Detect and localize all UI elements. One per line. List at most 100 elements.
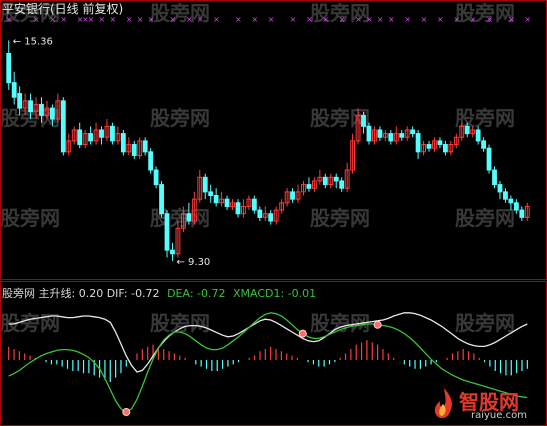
low-price-label: ← 9.30 <box>176 257 210 268</box>
top-marker: × <box>486 15 493 24</box>
candle-body <box>131 144 137 156</box>
candle-body <box>120 133 126 153</box>
candle-body <box>410 129 416 135</box>
top-marker: × <box>137 15 144 24</box>
candle-body <box>399 133 405 138</box>
top-marker: × <box>148 15 155 24</box>
top-marker: × <box>268 15 275 24</box>
candle-body <box>290 191 295 200</box>
watermark-text: 股旁网 <box>455 206 515 230</box>
candle-body <box>322 176 328 186</box>
candle-body <box>251 198 257 211</box>
candle-body <box>110 125 115 142</box>
candle-body <box>257 209 263 218</box>
top-marker: × <box>306 15 313 24</box>
candle-body <box>339 180 345 189</box>
candlestick-series <box>6 40 530 262</box>
top-marker: × <box>213 15 220 24</box>
candle-body <box>361 114 366 127</box>
candle-body <box>6 52 12 84</box>
candle-body <box>366 125 372 142</box>
candle-body <box>11 82 17 98</box>
candle-body <box>268 213 274 222</box>
top-marker: × <box>290 15 297 24</box>
top-marker: × <box>186 15 193 24</box>
top-marker: × <box>524 15 531 24</box>
watermark-layer: 股旁网 股旁网 股旁网 股旁网股旁网 股旁网 股旁网 股旁网股旁网 股旁网 股旁网 股旁网股旁网股… <box>0 1 515 335</box>
top-marker: × <box>404 15 411 24</box>
candle-body <box>28 100 33 113</box>
candle-body <box>377 129 383 138</box>
chart-canvas: 股旁网 股旁网 股旁网 股旁网股旁网 股旁网 股旁网 股旁网股旁网 股旁网 股旁网 股旁网股旁网股… <box>0 0 547 426</box>
candle-body <box>153 169 159 186</box>
flame-icon <box>434 388 452 419</box>
indicator-histogram <box>8 340 528 382</box>
chart-title: 平安银行(日线 前复权) <box>2 2 124 16</box>
top-marker: × <box>322 15 329 24</box>
signal-marker <box>122 408 131 416</box>
candle-body <box>492 169 497 186</box>
legend-dea: DEA: -0.72 <box>167 287 226 300</box>
site-logo: 智股网 raiyue.com <box>429 386 541 424</box>
candle-body <box>208 191 214 197</box>
watermark-text: 股旁网 <box>0 206 60 230</box>
candle-body <box>170 249 175 255</box>
candle-body <box>503 191 508 200</box>
candle-body <box>186 213 192 222</box>
candle-body <box>99 129 104 138</box>
top-marker: × <box>251 15 258 24</box>
watermark-text: 股旁网 <box>310 206 370 230</box>
top-marker: × <box>453 15 460 24</box>
candle-body <box>49 107 55 120</box>
candle-body <box>508 198 514 204</box>
candle-body <box>164 213 170 251</box>
candle-body <box>464 125 470 135</box>
watermark-text: 股旁网 <box>0 311 60 335</box>
top-marker: × <box>49 15 56 24</box>
top-marker: × <box>99 15 106 24</box>
top-marker: × <box>388 15 395 24</box>
candle-body <box>224 198 230 207</box>
top-marker: × <box>109 15 116 24</box>
logo-url: raiyue.com <box>471 410 527 421</box>
watermark-text: 股旁网 <box>455 311 515 335</box>
top-marker: × <box>377 15 384 24</box>
top-marker: × <box>470 15 477 24</box>
watermark-text: 股旁网 <box>455 1 515 25</box>
candle-body <box>235 202 241 215</box>
candle-body <box>17 93 23 109</box>
candle-body <box>213 195 219 204</box>
candle-body <box>497 184 503 193</box>
top-markers: × × × × ××× × × × × × × × × × × × × × × × × × × × × × × × × × × × × <box>6 15 531 24</box>
top-marker: × <box>126 15 133 24</box>
top-marker: × <box>437 15 444 24</box>
candle-body <box>148 151 154 171</box>
candle-body <box>202 176 208 193</box>
candle-body <box>388 133 394 142</box>
top-marker: × <box>339 15 346 24</box>
signal-marker <box>298 329 307 338</box>
candle-body <box>415 133 421 153</box>
candle-body <box>39 103 44 116</box>
candle-body <box>333 176 339 182</box>
candle-body <box>426 144 432 149</box>
top-marker: × <box>421 15 428 24</box>
main-line-series <box>8 312 528 373</box>
candle-body <box>159 184 164 215</box>
legend-dif: DIF: -0.72 <box>106 287 160 300</box>
candle-body <box>486 147 492 171</box>
top-marker: × <box>88 15 95 24</box>
candle-body <box>60 100 66 153</box>
top-marker: × <box>33 15 40 24</box>
price-extreme-labels: ← 15.36 ← 9.30 <box>13 36 211 268</box>
legend-xmacd: XMACD1: -0.01 <box>232 287 317 300</box>
candle-body <box>475 129 481 142</box>
high-price-label: ← 15.36 <box>13 36 53 47</box>
candle-body <box>481 140 487 149</box>
watermark-text: 股旁网 <box>310 106 370 130</box>
signal-marker <box>373 320 382 329</box>
candle-body <box>513 202 519 211</box>
signal-markers <box>122 320 382 416</box>
candle-body <box>77 129 83 146</box>
candle-body <box>88 133 94 142</box>
